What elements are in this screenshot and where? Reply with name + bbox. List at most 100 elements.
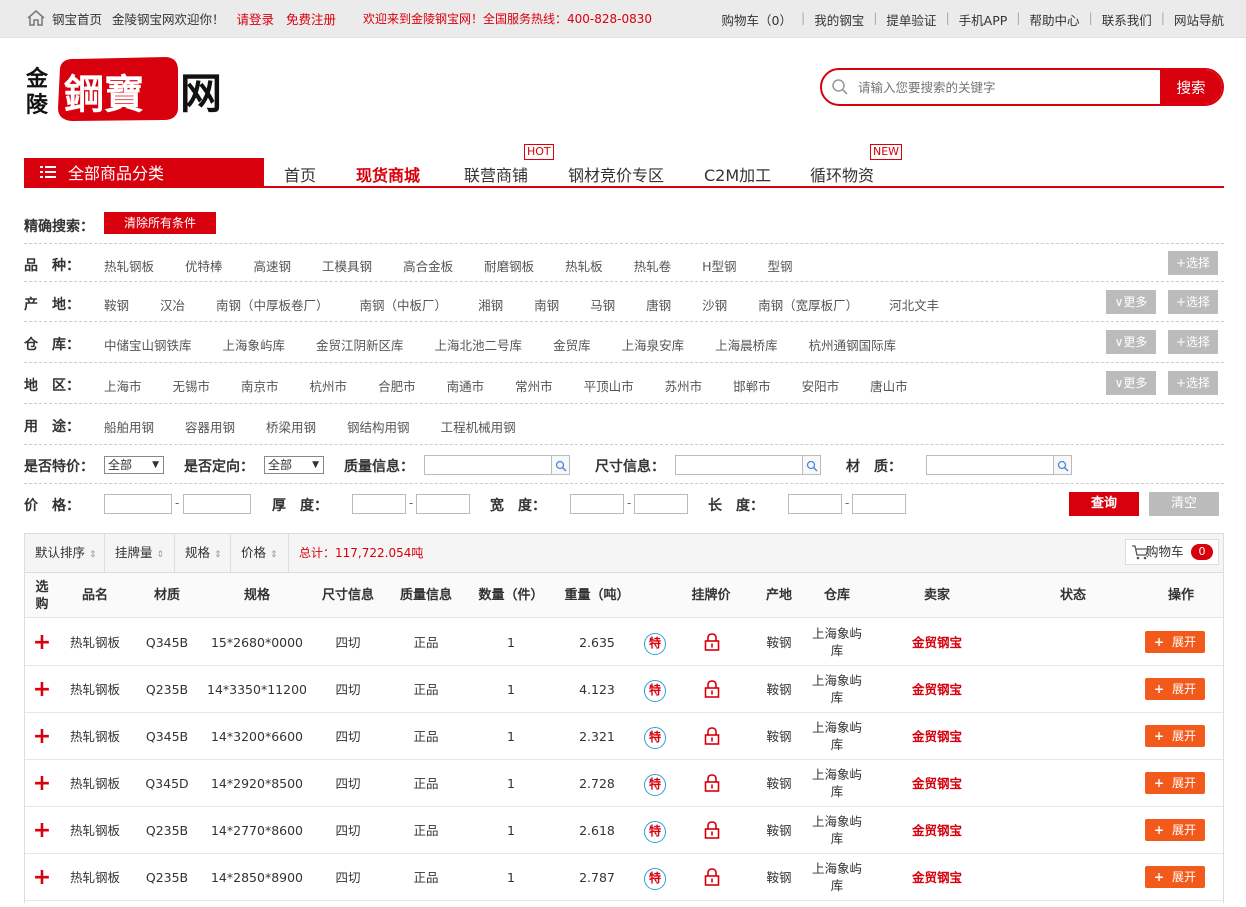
top-link-help[interactable]: 帮助中心 bbox=[1030, 10, 1080, 29]
filter-option[interactable]: 鞍钢 bbox=[104, 295, 129, 314]
filter-option[interactable]: 上海泉安库 bbox=[622, 335, 685, 354]
filter-option[interactable]: 热轧钢板 bbox=[104, 256, 154, 275]
cell-seller[interactable]: 金贸钢宝 bbox=[897, 713, 977, 760]
clear-all-button[interactable]: 清除所有条件 bbox=[104, 212, 216, 234]
filter-option[interactable]: 南京市 bbox=[241, 376, 279, 395]
filter-option[interactable]: 金贸库 bbox=[553, 335, 591, 354]
filter-option[interactable]: 南钢（中板厂） bbox=[360, 295, 448, 314]
cart-button[interactable]: 购物车 0 bbox=[1125, 539, 1219, 565]
filter-option[interactable]: 优特棒 bbox=[185, 256, 223, 275]
directional-select[interactable]: 全部 bbox=[264, 456, 324, 474]
quality-input[interactable] bbox=[424, 455, 552, 475]
sort-spec[interactable]: 规格 ⇕ bbox=[175, 534, 231, 572]
select-button[interactable]: +选择 bbox=[1168, 290, 1218, 314]
select-button[interactable]: +选择 bbox=[1168, 330, 1218, 354]
home-link[interactable]: 钢宝首页 bbox=[52, 9, 102, 28]
length-min-input[interactable] bbox=[788, 494, 842, 514]
filter-option[interactable]: 合肥市 bbox=[378, 376, 416, 395]
top-link-app[interactable]: 手机APP bbox=[959, 10, 1008, 29]
filter-option[interactable]: 河北文丰 bbox=[889, 295, 939, 314]
cell-seller[interactable]: 金贸钢宝 bbox=[897, 619, 977, 666]
nav-c2m[interactable]: C2M加工 bbox=[704, 162, 771, 186]
select-button[interactable]: +选择 bbox=[1168, 251, 1218, 275]
add-to-cart-plus-icon[interactable]: + bbox=[30, 666, 54, 713]
nav-bidding[interactable]: 钢材竞价专区 bbox=[568, 162, 664, 186]
add-to-cart-plus-icon[interactable]: + bbox=[30, 760, 54, 807]
filter-option[interactable]: 上海北池二号库 bbox=[435, 335, 523, 354]
add-to-cart-plus-icon[interactable]: + bbox=[30, 713, 54, 760]
filter-option[interactable]: 唐钢 bbox=[646, 295, 671, 314]
filter-option[interactable]: 上海市 bbox=[104, 376, 142, 395]
thickness-max-input[interactable] bbox=[416, 494, 470, 514]
filter-option[interactable]: 南钢 bbox=[534, 295, 559, 314]
length-max-input[interactable] bbox=[852, 494, 906, 514]
filter-option[interactable]: 高速钢 bbox=[254, 256, 292, 275]
cell-seller[interactable]: 金贸钢宝 bbox=[897, 807, 977, 854]
nav-joint-stores[interactable]: 联营商铺 HOT bbox=[464, 144, 554, 186]
filter-option[interactable]: 桥梁用钢 bbox=[266, 417, 316, 436]
add-to-cart-plus-icon[interactable]: + bbox=[30, 854, 54, 901]
expand-button[interactable]: + 展开 bbox=[1145, 725, 1205, 747]
filter-option[interactable]: 平顶山市 bbox=[584, 376, 634, 395]
filter-option[interactable]: 安阳市 bbox=[802, 376, 840, 395]
filter-option[interactable]: 常州市 bbox=[515, 376, 553, 395]
price-min-input[interactable] bbox=[104, 494, 172, 514]
expand-button[interactable]: + 展开 bbox=[1145, 866, 1205, 888]
filter-option[interactable]: 热轧卷 bbox=[634, 256, 672, 275]
nav-home[interactable]: 首页 bbox=[284, 162, 316, 186]
filter-option[interactable]: 容器用钢 bbox=[185, 417, 235, 436]
filter-option[interactable]: 上海晨桥库 bbox=[715, 335, 778, 354]
size-input[interactable] bbox=[675, 455, 803, 475]
filter-option[interactable]: 无锡市 bbox=[173, 376, 211, 395]
all-categories-button[interactable]: 全部商品分类 bbox=[24, 158, 264, 186]
magnifier-icon[interactable] bbox=[1054, 455, 1072, 475]
filter-option[interactable]: 马钢 bbox=[590, 295, 615, 314]
special-select[interactable]: 全部 bbox=[104, 456, 164, 474]
expand-button[interactable]: + 展开 bbox=[1145, 631, 1205, 653]
filter-option[interactable]: 南钢（中厚板卷厂） bbox=[216, 295, 329, 314]
filter-option[interactable]: 上海象屿库 bbox=[223, 335, 286, 354]
add-to-cart-plus-icon[interactable]: + bbox=[30, 619, 54, 666]
top-link-verify[interactable]: 提单验证 bbox=[886, 10, 936, 29]
thickness-min-input[interactable] bbox=[352, 494, 406, 514]
nav-spot-mall[interactable]: 现货商城 bbox=[356, 162, 420, 186]
cell-seller[interactable]: 金贸钢宝 bbox=[897, 760, 977, 807]
filter-option[interactable]: 高合金板 bbox=[403, 256, 453, 275]
more-button[interactable]: ∨更多 bbox=[1106, 290, 1156, 314]
price-max-input[interactable] bbox=[183, 494, 251, 514]
filter-option[interactable]: 南通市 bbox=[447, 376, 485, 395]
login-link[interactable]: 请登录 bbox=[237, 9, 275, 28]
query-button[interactable]: 查询 bbox=[1069, 492, 1139, 516]
top-link-cart[interactable]: 购物车（0） bbox=[722, 10, 792, 29]
filter-option[interactable]: 工程机械用钢 bbox=[441, 417, 516, 436]
filter-option[interactable]: 邯郸市 bbox=[733, 376, 771, 395]
filter-option[interactable]: 杭州市 bbox=[310, 376, 348, 395]
top-link-contact[interactable]: 联系我们 bbox=[1102, 10, 1152, 29]
filter-option[interactable]: 工模具钢 bbox=[322, 256, 372, 275]
sort-default[interactable]: 默认排序 ⇕ bbox=[25, 534, 105, 572]
cell-seller[interactable]: 金贸钢宝 bbox=[897, 854, 977, 901]
material-input[interactable] bbox=[926, 455, 1054, 475]
filter-option[interactable]: 中储宝山钢铁库 bbox=[104, 335, 192, 354]
top-link-sitemap[interactable]: 网站导航 bbox=[1174, 10, 1224, 29]
top-link-my[interactable]: 我的钢宝 bbox=[814, 10, 864, 29]
reset-button[interactable]: 清空 bbox=[1149, 492, 1219, 516]
filter-option[interactable]: 型钢 bbox=[768, 256, 793, 275]
filter-option[interactable]: 耐磨钢板 bbox=[484, 256, 534, 275]
filter-option[interactable]: H型钢 bbox=[702, 256, 736, 275]
select-button[interactable]: +选择 bbox=[1168, 371, 1218, 395]
sort-price[interactable]: 价格 ⇕ bbox=[231, 534, 289, 572]
filter-option[interactable]: 热轧板 bbox=[565, 256, 603, 275]
filter-option[interactable]: 钢结构用钢 bbox=[347, 417, 410, 436]
filter-option[interactable]: 汉冶 bbox=[160, 295, 185, 314]
home-icon[interactable] bbox=[26, 8, 46, 28]
add-to-cart-plus-icon[interactable]: + bbox=[30, 807, 54, 854]
width-min-input[interactable] bbox=[570, 494, 624, 514]
site-logo[interactable]: 金 陵 鋼寶 网 bbox=[25, 56, 232, 125]
nav-recycle[interactable]: 循环物资 NEW bbox=[810, 144, 903, 186]
expand-button[interactable]: + 展开 bbox=[1145, 678, 1205, 700]
filter-option[interactable]: 南钢（宽厚板厂） bbox=[758, 295, 858, 314]
filter-option[interactable]: 金贸江阴新区库 bbox=[316, 335, 404, 354]
cell-seller[interactable]: 金贸钢宝 bbox=[897, 666, 977, 713]
expand-button[interactable]: + 展开 bbox=[1145, 772, 1205, 794]
